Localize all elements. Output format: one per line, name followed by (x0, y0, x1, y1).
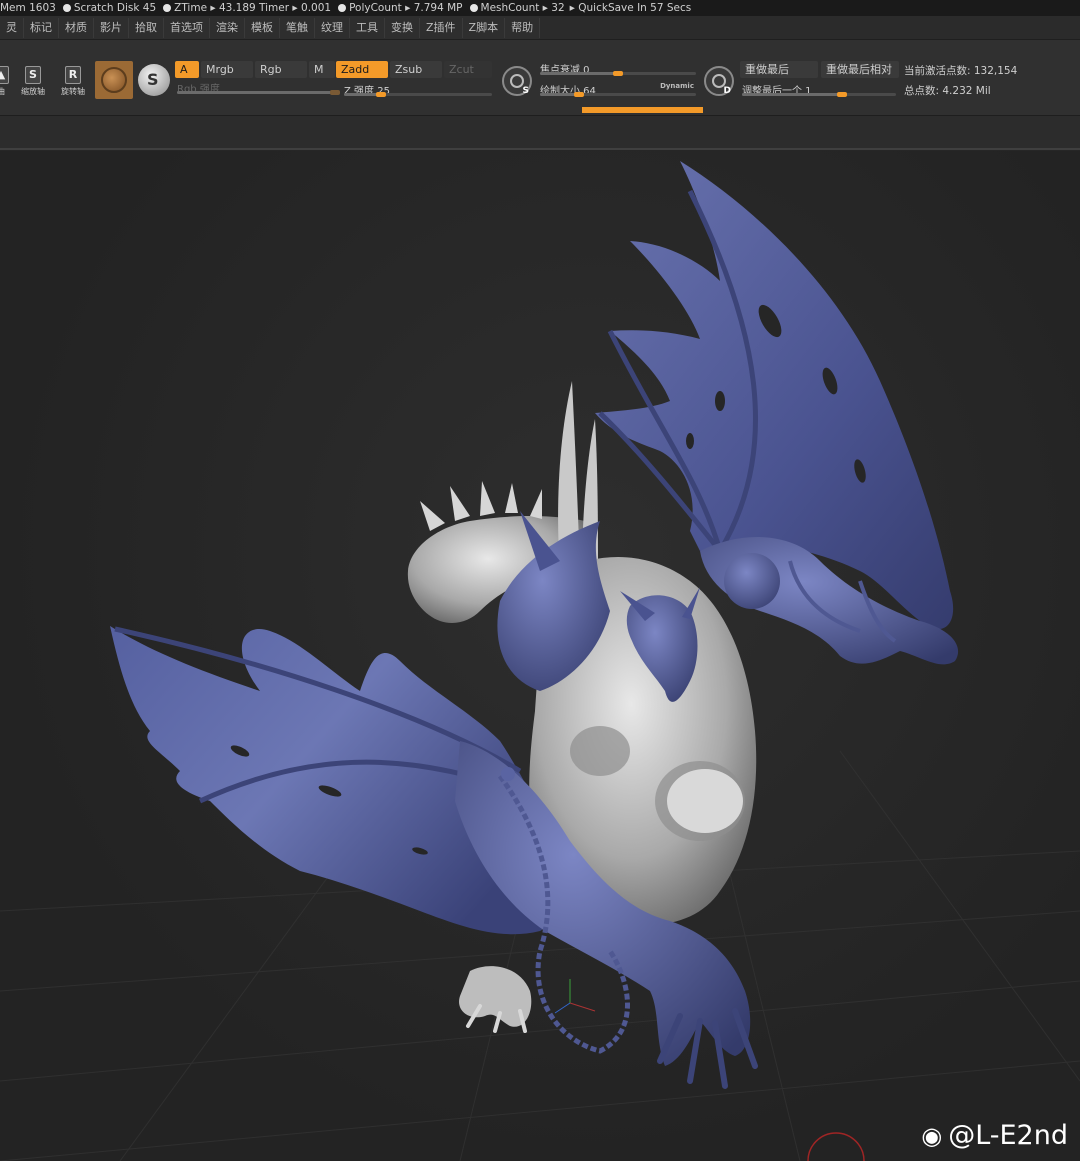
adjust-last-track (742, 92, 896, 97)
ztime-readout: ZTime ▸ 43.189 Timer ▸ 0.001 (174, 2, 332, 14)
chain-orb (501, 767, 515, 781)
a-toggle-button[interactable]: A (175, 61, 199, 78)
adjust-last-slider[interactable]: 调整最后一个 1 (742, 82, 896, 97)
menu-item-help[interactable]: 帮助 (505, 17, 541, 38)
focal-shift-fill (540, 72, 618, 75)
axis-gizmo (554, 979, 596, 1014)
adjust-last-knob[interactable] (837, 92, 848, 97)
move-icon: ▲ (0, 66, 9, 84)
knee-armor (667, 769, 743, 833)
stroke-swatch-button[interactable]: S (138, 64, 170, 96)
sculpt-canvas (0, 161, 1080, 1161)
d-letter: D (723, 86, 731, 96)
z-intensity-track (344, 92, 492, 97)
total-points-readout: 总点数: 4.232 Mil (904, 85, 991, 97)
focal-shift-slider[interactable]: 焦点衰减 0 (540, 61, 696, 76)
red-cursor-ring (807, 1132, 865, 1161)
material-sphere-icon (101, 67, 127, 93)
rgb-intensity-track (177, 90, 340, 95)
meshcount-readout: MeshCount ▸ 32 (480, 2, 565, 14)
zsub-button[interactable]: Zsub (390, 61, 442, 78)
rgb-intensity-fill (177, 91, 335, 94)
rgb-intensity-slider[interactable]: Rgb 强度 (177, 80, 340, 95)
stroke-glyph-icon: S (147, 70, 159, 89)
rgb-intensity-knob[interactable] (330, 90, 340, 95)
active-points-readout: 当前激活点数: 132,154 (904, 65, 1018, 77)
material-swatch-button[interactable] (95, 61, 133, 99)
canvas-viewport[interactable]: ◉ @L-E2nd (0, 151, 1080, 1161)
z-intensity-slider[interactable]: Z 强度 25 (344, 82, 492, 97)
rotate-icon: R (65, 66, 81, 84)
rotate-tool-button[interactable]: R 旋转轴 (58, 66, 88, 102)
redo-last-relative-button[interactable]: 重做最后相对 (821, 61, 899, 78)
lazy-mouse-s-icon[interactable]: S (502, 66, 532, 96)
watermark: ◉ @L-E2nd (921, 1120, 1068, 1151)
draw-size-slider[interactable]: 绘制大小 64 Dynamic (540, 82, 696, 97)
draw-size-knob[interactable] (574, 92, 584, 97)
menu-item-movie[interactable]: 影片 (94, 17, 129, 38)
menu-item-stroke[interactable]: 笔触 (280, 17, 315, 38)
zadd-button[interactable]: Zadd (336, 61, 388, 78)
move-tool-button[interactable]: ▲ 曲 (0, 66, 16, 102)
lazy-mouse-d-icon[interactable]: D (704, 66, 734, 96)
watermark-text: @L-E2nd (948, 1120, 1068, 1151)
menu-item-transform[interactable]: 变换 (385, 17, 420, 38)
move-tool-label: 曲 (0, 87, 5, 96)
menu-item-material[interactable]: 材质 (59, 17, 94, 38)
quicksave-readout: ▸ QuickSave In 57 Secs (569, 2, 692, 14)
status-dot-icon (62, 4, 71, 12)
active-tab-indicator (582, 107, 703, 113)
adjust-last-fill (742, 93, 843, 96)
menu-item-texture[interactable]: 纹理 (315, 17, 350, 38)
right-shoulder-orb (724, 553, 780, 609)
scratch-disk-readout: Scratch Disk 45 (73, 2, 157, 14)
zcut-button[interactable]: Zcut (444, 61, 492, 78)
rotate-tool-label: 旋转轴 (61, 87, 85, 96)
tool-shelf: ▲ 曲 S 缩放轴 R 旋转轴 S A Mrgb Rgb M Rgb 强度 Za… (0, 40, 1080, 116)
mem-readout: Mem 1603 (0, 2, 56, 14)
scale-tool-label: 缩放轴 (21, 87, 45, 96)
s-letter: S (522, 86, 529, 96)
menu-item-zscript[interactable]: Z脚本 (463, 17, 506, 38)
redo-last-button[interactable]: 重做最后 (740, 61, 818, 78)
weibo-icon: ◉ (921, 1121, 943, 1150)
menu-item-stencil[interactable]: 模板 (245, 17, 280, 38)
draw-size-track (540, 92, 696, 97)
focal-shift-track (540, 71, 696, 76)
menu-item-render[interactable]: 渲染 (210, 17, 245, 38)
m-button[interactable]: M (309, 61, 335, 78)
mrgb-button[interactable]: Mrgb (201, 61, 253, 78)
secondary-toolbar (0, 116, 1080, 150)
status-dot-icon (163, 4, 172, 12)
menu-item-marker[interactable]: 标记 (24, 17, 59, 38)
menu-item[interactable]: 灵 (0, 17, 24, 38)
rgb-button[interactable]: Rgb (255, 61, 307, 78)
focal-shift-knob[interactable] (613, 71, 623, 76)
z-intensity-knob[interactable] (376, 92, 386, 97)
menu-bar: 灵 标记 材质 影片 拾取 首选项 渲染 模板 笔触 纹理 工具 变换 Z插件 … (0, 16, 1080, 40)
status-dot-icon (338, 4, 347, 12)
scale-icon: S (25, 66, 41, 84)
status-bar: Mem 1603 Scratch Disk 45 ZTime ▸ 43.189 … (0, 0, 1080, 16)
menu-item-zplugin[interactable]: Z插件 (420, 17, 463, 38)
menu-item-preferences[interactable]: 首选项 (164, 17, 210, 38)
dynamic-toggle[interactable]: Dynamic (660, 82, 694, 90)
polycount-readout: PolyCount ▸ 7.794 MP (349, 2, 463, 14)
menu-item-tool[interactable]: 工具 (350, 17, 385, 38)
status-dot-icon (469, 4, 478, 12)
menu-filler (540, 16, 1080, 39)
menu-item-picker[interactable]: 拾取 (129, 17, 164, 38)
scale-tool-button[interactable]: S 缩放轴 (18, 66, 48, 102)
